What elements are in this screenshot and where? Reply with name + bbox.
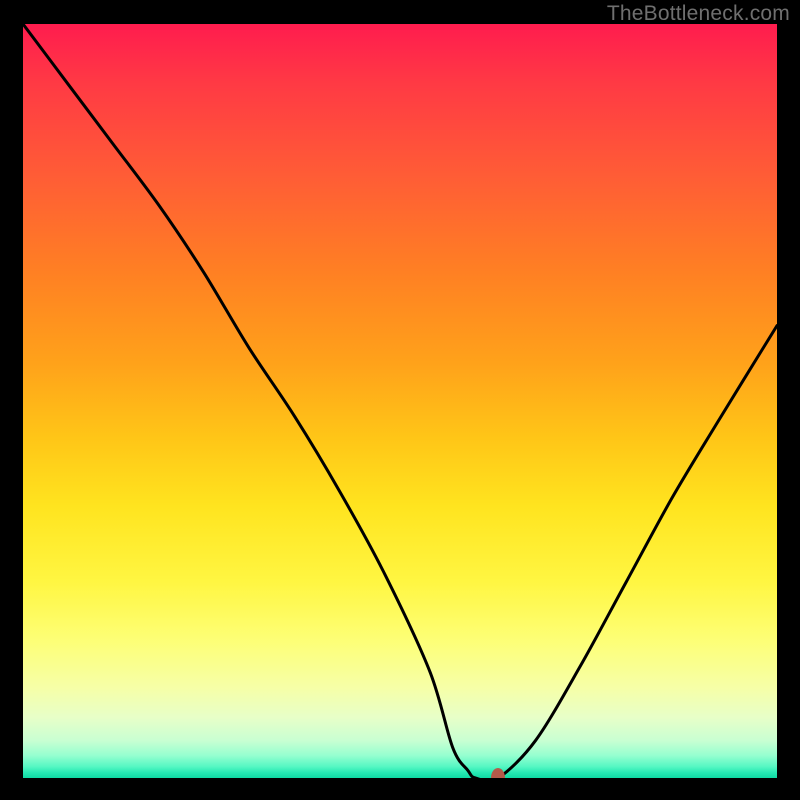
chart-stage: TheBottleneck.com	[0, 0, 800, 800]
curve-path	[23, 24, 777, 778]
plot-area	[23, 24, 777, 778]
curve-svg	[23, 24, 777, 778]
watermark-text: TheBottleneck.com	[607, 2, 790, 26]
